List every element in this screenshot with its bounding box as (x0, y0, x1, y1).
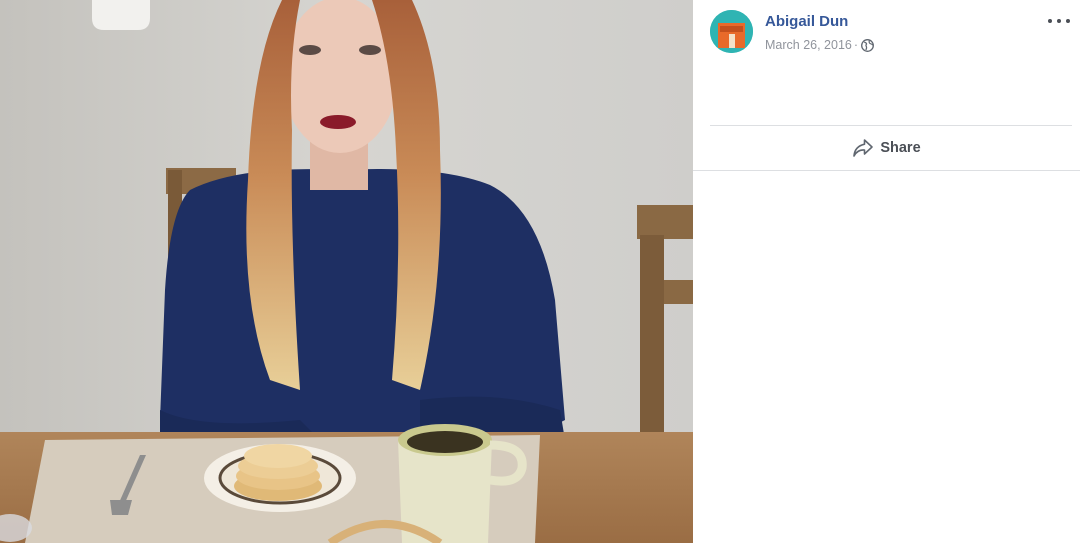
avatar[interactable] (710, 10, 753, 53)
post-meta: March 26, 2016 · (765, 38, 874, 52)
post-photo[interactable] (0, 0, 693, 543)
share-button[interactable]: Share (693, 126, 1080, 169)
post-details-panel: Abigail Dun March 26, 2016 · Share (693, 0, 1080, 543)
globe-icon[interactable] (861, 38, 874, 52)
more-options-icon[interactable] (1048, 12, 1070, 30)
more-dot (1048, 19, 1052, 23)
more-dot (1066, 19, 1070, 23)
meta-separator: · (853, 38, 859, 52)
author-name-link[interactable]: Abigail Dun (765, 13, 848, 30)
share-arrow-icon (853, 138, 874, 157)
share-label: Share (880, 139, 921, 156)
post-date[interactable]: March 26, 2016 (765, 38, 852, 52)
divider (693, 170, 1080, 171)
more-dot (1057, 19, 1061, 23)
